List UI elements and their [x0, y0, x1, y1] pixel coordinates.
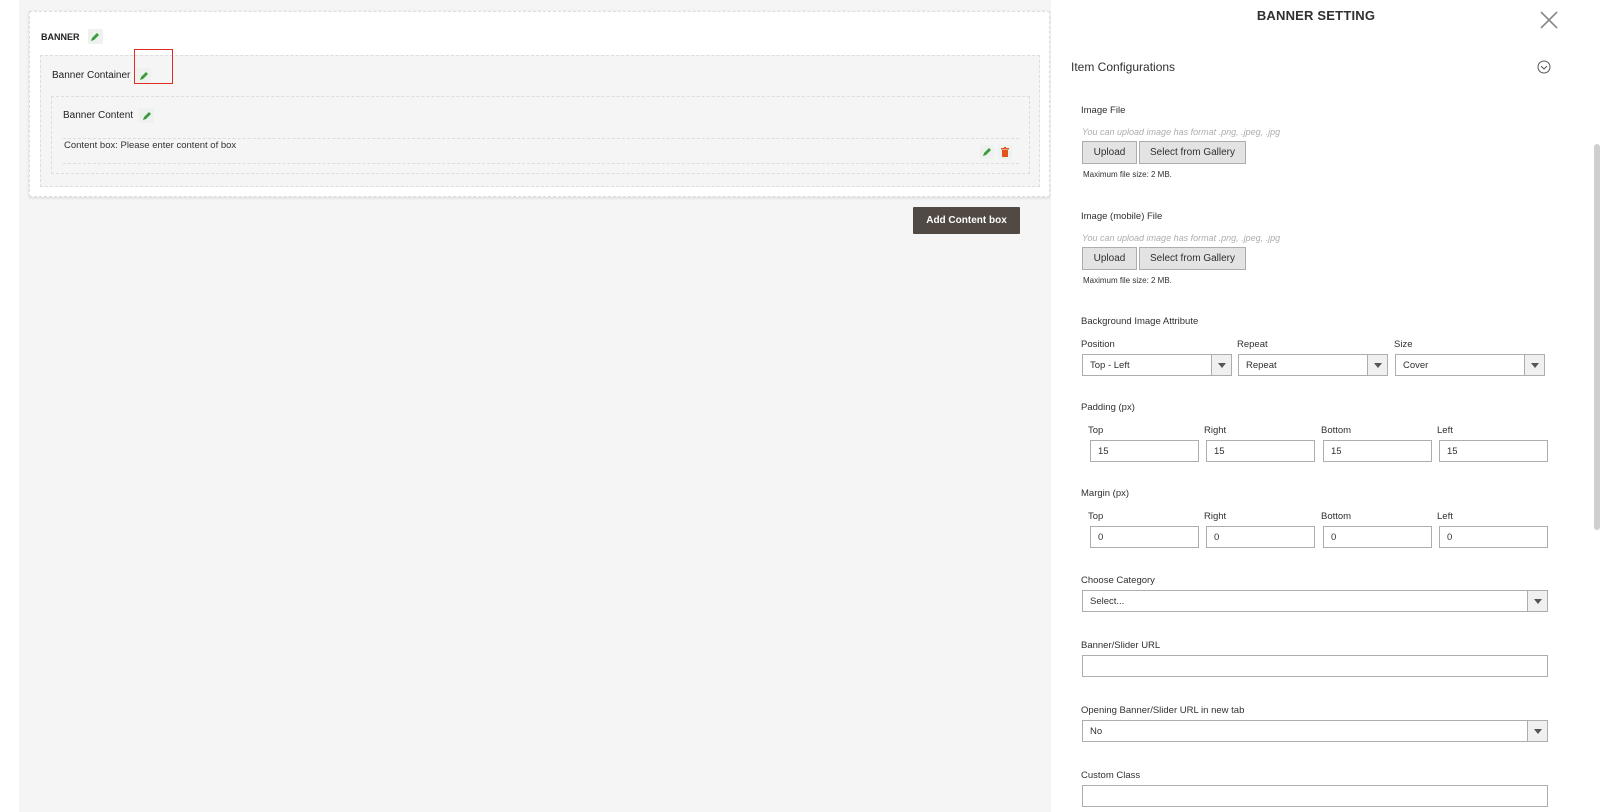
- image-file-hint: You can upload image has format .png, .j…: [1082, 127, 1281, 137]
- margin-right-label: Right: [1204, 511, 1227, 522]
- category-select[interactable]: Select...: [1082, 590, 1548, 612]
- padding-left-input[interactable]: [1439, 440, 1548, 462]
- banner-block: BANNER Banner Container Banner Content C…: [29, 11, 1050, 197]
- content-box-text: Content box: Please enter content of box: [64, 140, 237, 151]
- position-value: Top - Left: [1090, 359, 1130, 371]
- repeat-label: Repeat: [1237, 339, 1268, 350]
- content-title: Banner Content: [63, 110, 134, 121]
- content-box-delete-button[interactable]: [998, 145, 1012, 159]
- container-title: Banner Container: [52, 70, 131, 81]
- content-header: Banner Content: [63, 108, 155, 123]
- focus-highlight-box: [134, 49, 173, 84]
- close-icon[interactable]: [1539, 10, 1559, 30]
- margin-right-input[interactable]: [1206, 526, 1315, 548]
- padding-bottom-label: Bottom: [1321, 425, 1352, 436]
- panel-title: BANNER SETTING: [1256, 8, 1376, 23]
- padding-bottom-input[interactable]: [1323, 440, 1432, 462]
- url-input[interactable]: [1082, 655, 1548, 677]
- padding-right-input[interactable]: [1206, 440, 1315, 462]
- custom-class-label: Custom Class: [1081, 770, 1141, 781]
- new-tab-value: No: [1090, 725, 1103, 737]
- image-gallery-button[interactable]: Select from Gallery: [1139, 141, 1246, 164]
- pencil-icon: [983, 148, 991, 156]
- position-label: Position: [1081, 339, 1115, 350]
- padding-left-label: Left: [1437, 425, 1453, 436]
- mobile-upload-button[interactable]: Upload: [1082, 247, 1137, 270]
- margin-label: Margin (px): [1081, 488, 1130, 499]
- image-max-size: Maximum file size: 2 MB.: [1083, 170, 1172, 179]
- banner-container-block: Banner Container Banner Content Content …: [40, 55, 1040, 187]
- banner-header: BANNER: [41, 29, 103, 44]
- content-edit-button[interactable]: [139, 108, 155, 123]
- bg-attr-label: Background Image Attribute: [1081, 316, 1199, 327]
- margin-bottom-input[interactable]: [1323, 526, 1432, 548]
- padding-label: Padding (px): [1081, 402, 1135, 413]
- padding-top-label: Top: [1088, 425, 1104, 436]
- url-label: Banner/Slider URL: [1081, 640, 1161, 651]
- margin-left-label: Left: [1437, 511, 1453, 522]
- size-label: Size: [1394, 339, 1413, 350]
- mobile-gallery-button[interactable]: Select from Gallery: [1139, 247, 1246, 270]
- banner-title: BANNER: [41, 31, 80, 42]
- position-select[interactable]: Top - Left: [1082, 354, 1232, 376]
- trash-icon: [1001, 147, 1009, 157]
- margin-bottom-label: Bottom: [1321, 511, 1352, 522]
- image-mobile-hint: You can upload image has format .png, .j…: [1082, 233, 1281, 243]
- repeat-select[interactable]: Repeat: [1238, 354, 1388, 376]
- category-label: Choose Category: [1081, 575, 1155, 586]
- banner-content-block: Banner Content Content box: Please enter…: [51, 96, 1030, 174]
- new-tab-select[interactable]: No: [1082, 720, 1548, 742]
- custom-class-input[interactable]: [1082, 785, 1548, 807]
- section-title: Item Configurations: [1071, 60, 1176, 74]
- pencil-icon: [91, 32, 100, 41]
- padding-top-input[interactable]: [1090, 440, 1199, 462]
- chevron-down-icon: [1527, 591, 1547, 611]
- item-configurations-toggle[interactable]: Item Configurations: [1071, 57, 1551, 77]
- scrollbar-thumb[interactable]: [1594, 144, 1600, 530]
- size-select[interactable]: Cover: [1395, 354, 1545, 376]
- chevron-down-icon: [1527, 721, 1547, 741]
- new-tab-label: Opening Banner/Slider URL in new tab: [1081, 705, 1245, 716]
- margin-top-label: Top: [1088, 511, 1104, 522]
- add-content-box-button[interactable]: Add Content box: [913, 207, 1020, 234]
- content-box-actions: [980, 145, 1012, 159]
- margin-left-input[interactable]: [1439, 526, 1548, 548]
- chevron-down-icon: [1524, 355, 1544, 375]
- pencil-icon: [142, 111, 151, 120]
- category-value: Select...: [1090, 595, 1125, 607]
- chevron-down-icon: [1367, 355, 1387, 375]
- content-box-edit-button[interactable]: [980, 145, 994, 159]
- image-upload-button[interactable]: Upload: [1082, 141, 1137, 164]
- size-value: Cover: [1403, 359, 1429, 371]
- chevron-down-icon: [1537, 60, 1551, 74]
- chevron-down-icon: [1211, 355, 1231, 375]
- mobile-max-size: Maximum file size: 2 MB.: [1083, 276, 1172, 285]
- image-mobile-label: Image (mobile) File: [1081, 211, 1163, 222]
- image-file-label: Image File: [1081, 105, 1126, 116]
- padding-right-label: Right: [1204, 425, 1227, 436]
- content-box-item[interactable]: Content box: Please enter content of box: [63, 138, 1019, 164]
- margin-top-input[interactable]: [1090, 526, 1199, 548]
- banner-edit-button[interactable]: [87, 29, 103, 44]
- builder-canvas: BANNER Banner Container Banner Content C…: [19, 0, 1051, 812]
- repeat-value: Repeat: [1246, 359, 1277, 371]
